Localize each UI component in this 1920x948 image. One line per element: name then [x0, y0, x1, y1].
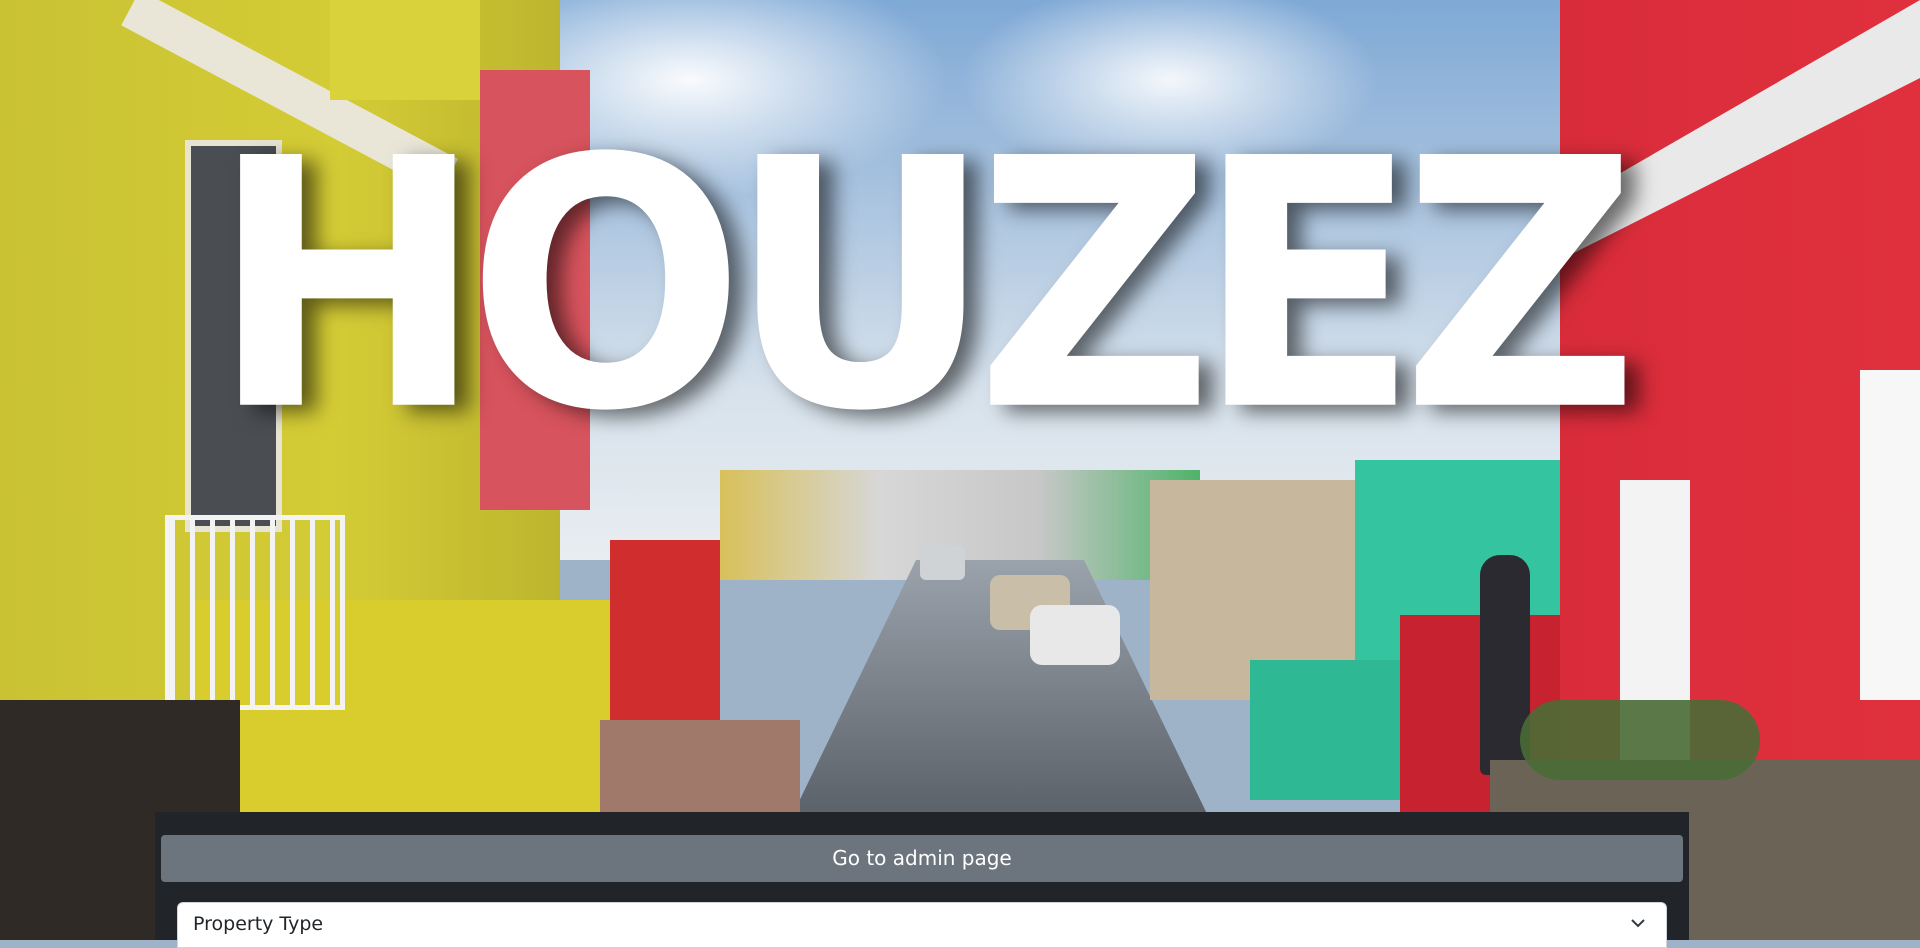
property-type-selected-value: Property Type: [193, 913, 324, 935]
chevron-down-icon: [1631, 919, 1645, 928]
action-panel: Go to admin page Property Type: [155, 812, 1689, 948]
property-type-select[interactable]: Property Type: [177, 902, 1667, 948]
go-to-admin-button[interactable]: Go to admin page: [161, 835, 1683, 882]
hero-title: HOUZEZ: [210, 86, 1639, 487]
